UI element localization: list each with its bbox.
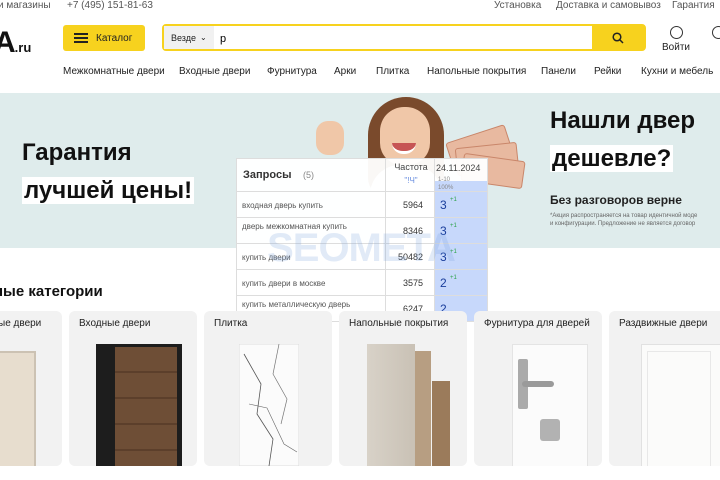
banner-footnote-line-1: *Акция распространяется на товар идентич… [550,213,698,219]
position-delta: +1 [450,249,457,255]
query-frequency: 5964 [402,200,423,210]
search-bar: Везде ⌄ [162,24,646,51]
nav-panels[interactable]: Панели [541,66,576,77]
table-row: дверь межкомнатная купить 8346 3 +1 [237,217,487,244]
flooring-image [367,344,415,466]
nav-flooring[interactable]: Напольные покрытия [427,66,526,77]
query-position: 2 [440,276,447,290]
category-card-door-hardware[interactable]: Фурнитура для дверей [474,311,602,466]
user-icon [669,26,683,39]
category-card-entrance-doors[interactable]: Входные двери [69,311,197,466]
warranty-link[interactable]: Гарантия [672,0,715,11]
range-label: 1-10 [438,177,451,183]
marble-tile-image [239,344,299,466]
nav-hardware[interactable]: Фурнитура [267,66,317,77]
frequency-subheader: "!Ч" [404,176,418,185]
banner-right-title: Нашли двер [550,107,696,134]
date-header[interactable]: 24.11.2024 [436,163,480,173]
query-frequency: 3575 [402,278,423,288]
table-row: купить двери 50482 3 +1 [237,243,487,270]
banner-footnote: *Акция распространяется на товар идентич… [550,212,697,228]
query-frequency: 50482 [397,252,423,262]
search-icon [612,31,624,44]
nav-entrance-doors[interactable]: Входные двери [179,66,250,77]
phone-number[interactable]: +7 (495) 151-81-63 [67,0,153,11]
category-card-tiles[interactable]: Плитка [204,311,332,466]
query-text[interactable]: купить двери в москве [242,279,382,288]
ok-hand-image [316,121,344,155]
categories-title: ные категории [0,283,103,300]
category-card-doors[interactable]: ые двери [0,311,62,466]
category-label: ые двери [0,318,42,329]
position-delta: +1 [450,197,457,203]
table-row: входная дверь купить 5964 3 +1 [237,191,487,218]
position-delta: +1 [450,223,457,229]
search-button[interactable] [592,26,644,49]
banner-right-text: Без разговоров верне [550,193,682,207]
chevron-down-icon: ⌄ [200,33,207,42]
query-text[interactable]: купить металлическую дверь [242,300,382,309]
door-image [0,351,36,466]
banner-right-subtitle: дешевле? [550,145,674,172]
category-label: Фурнитура для дверей [484,318,590,329]
query-position: 3 [440,224,447,238]
nav-arches[interactable]: Арки [334,66,356,77]
nav-kitchens[interactable]: Кухни и мебель [641,66,713,77]
nav-slats[interactable]: Рейки [594,66,621,77]
table-row: купить двери в москве 3575 2 +1 [237,269,487,296]
seo-queries-panel: Запросы (5) Частота "!Ч" 24.11.2024 1-10… [236,158,488,322]
stores-link[interactable]: и магазины [0,0,51,11]
query-text[interactable]: купить двери [242,253,382,262]
query-position: 3 [440,198,447,212]
menu-icon [74,33,88,43]
query-text[interactable]: входная дверь купить [242,201,382,210]
catalog-label: Каталог [96,32,133,44]
query-frequency: 8346 [402,226,423,236]
category-card-sliding-doors[interactable]: Раздвижные двери [609,311,720,466]
delivery-link[interactable]: Доставка и самовывоз [556,0,661,11]
position-delta: +1 [450,275,457,281]
category-label: Напольные покрытия [349,318,449,329]
queries-title: Запросы [243,169,292,181]
frequency-header[interactable]: Частота [387,162,435,172]
catalog-button[interactable]: Каталог [63,25,145,51]
login-label: Войти [662,42,690,53]
nav-tiles[interactable]: Плитка [376,66,409,77]
category-label: Плитка [214,318,248,329]
date-subheader: 1-10 100% [438,176,453,192]
search-scope-select[interactable]: Везде ⌄ [164,26,214,49]
logo-letter: А [0,26,16,59]
install-link[interactable]: Установка [494,0,541,11]
search-input[interactable] [218,28,592,49]
search-scope-label: Везде [171,32,196,43]
query-text[interactable]: дверь межкомнатная купить [242,222,382,231]
site-logo[interactable]: А.ru [0,26,31,60]
query-position: 3 [440,250,447,264]
category-label: Входные двери [79,318,151,329]
category-card-flooring[interactable]: Напольные покрытия [339,311,467,466]
banner-left-title: Гарантия [22,139,132,166]
cart-icon[interactable] [712,26,720,39]
logo-suffix: .ru [14,40,32,55]
banner-left-subtitle: лучшей цены! [22,177,195,204]
nav-interior-doors[interactable]: Межкомнатные двери [63,66,165,77]
banner-footnote-line-2: и конфигурации. Предложение не является … [550,221,696,227]
queries-count: (5) [303,170,314,180]
login-button[interactable]: Войти [662,26,690,53]
category-label: Раздвижные двери [619,318,708,329]
